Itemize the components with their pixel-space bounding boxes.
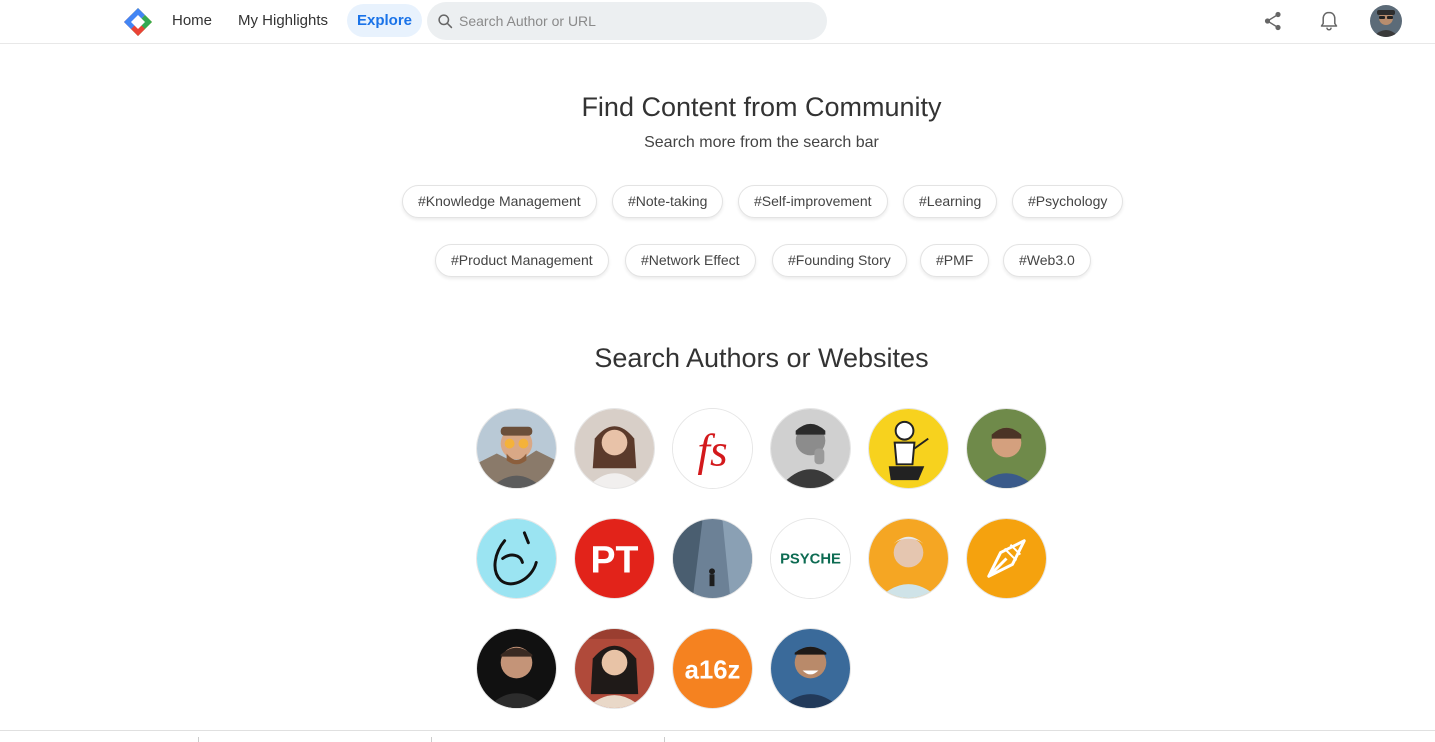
tag-self-improvement[interactable]: #Self-improvement: [738, 185, 888, 218]
user-avatar[interactable]: [1370, 5, 1402, 37]
tag-founding-story[interactable]: #Founding Story: [772, 244, 907, 277]
tag-pmf[interactable]: #PMF: [920, 244, 990, 277]
tag-web3[interactable]: #Web3.0: [1003, 244, 1091, 277]
author-avatar[interactable]: [574, 628, 655, 709]
footer-tick: [431, 737, 432, 742]
author-avatar[interactable]: [770, 628, 851, 709]
author-avatar[interactable]: [868, 518, 949, 599]
tag-knowledge-management[interactable]: #Knowledge Management: [402, 185, 597, 218]
tag-note-taking[interactable]: #Note-taking: [612, 185, 724, 218]
author-avatar[interactable]: PT: [574, 518, 655, 599]
search-icon: [438, 14, 453, 29]
top-navigation-bar: Home My Highlights Explore: [0, 0, 1435, 44]
author-avatar[interactable]: fs: [672, 408, 753, 489]
author-avatar[interactable]: [966, 518, 1047, 599]
fs-logo: fs: [697, 425, 727, 475]
author-avatar[interactable]: [476, 408, 557, 489]
bell-icon[interactable]: [1318, 10, 1340, 32]
author-avatar[interactable]: [770, 408, 851, 489]
author-avatar[interactable]: [672, 518, 753, 599]
tag-learning[interactable]: #Learning: [903, 185, 998, 218]
community-title: Find Content from Community: [581, 92, 942, 122]
author-avatar[interactable]: a16z: [672, 628, 753, 709]
tag-network-effect[interactable]: #Network Effect: [625, 244, 756, 277]
footer-tick: [198, 737, 199, 742]
authors-title: Search Authors or Websites: [594, 343, 929, 373]
psyche-logo: PSYCHE: [780, 551, 841, 567]
tag-psychology[interactable]: #Psychology: [1012, 185, 1124, 218]
nav-home[interactable]: Home: [162, 4, 222, 37]
author-avatar[interactable]: [868, 408, 949, 489]
share-icon[interactable]: [1262, 10, 1284, 32]
nav-my-highlights[interactable]: My Highlights: [228, 4, 338, 37]
app-logo-icon[interactable]: [122, 6, 154, 38]
author-avatar[interactable]: [476, 628, 557, 709]
author-avatar[interactable]: [574, 408, 655, 489]
pt-logo: PT: [591, 538, 639, 580]
nav-explore[interactable]: Explore: [347, 4, 423, 37]
author-avatar[interactable]: PSYCHE: [770, 518, 851, 599]
tag-product-management[interactable]: #Product Management: [435, 244, 609, 277]
footer-divider: [0, 730, 1435, 731]
community-subtitle: Search more from the search bar: [644, 134, 879, 151]
author-avatar[interactable]: [476, 518, 557, 599]
search-bar: [427, 2, 827, 40]
footer-tick: [664, 737, 665, 742]
author-avatar[interactable]: [966, 408, 1047, 489]
search-input[interactable]: [459, 2, 819, 40]
a16z-logo: a16z: [685, 656, 741, 684]
